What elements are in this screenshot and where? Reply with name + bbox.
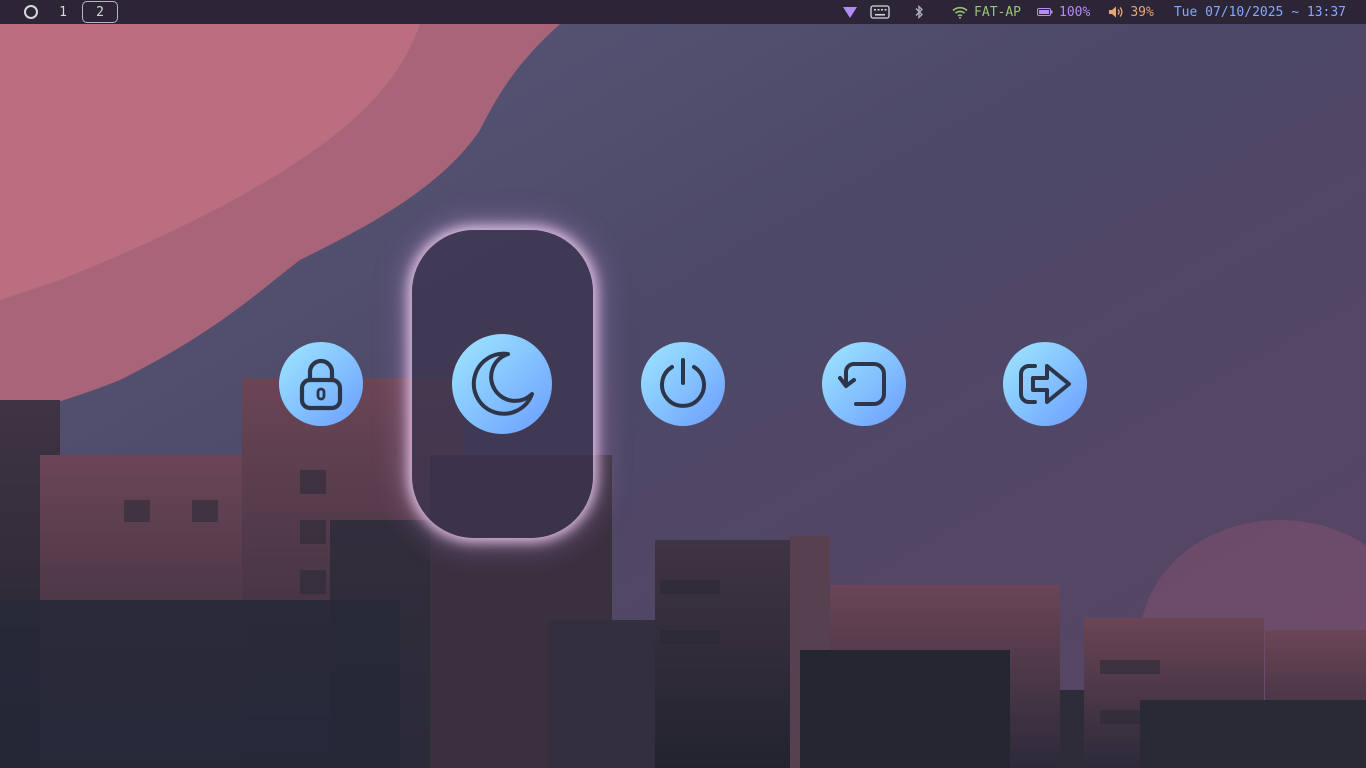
system-tray: FAT-AP 100% 39% Tue 07/10/2025 ~ 13:37 [842,0,1346,24]
battery-status[interactable]: 100% [1037,0,1090,24]
circle-outline-icon[interactable] [24,5,38,19]
suspend-button[interactable] [452,334,552,434]
speaker-icon [1109,6,1123,18]
lock-icon [299,358,343,411]
clock-text: Tue 07/10/2025 ~ 13:37 [1173,4,1346,20]
wifi-ssid: FAT-AP [974,4,1022,20]
logout-icon [1019,364,1071,404]
bluetooth-icon[interactable] [914,0,924,24]
wifi-icon [952,6,968,19]
clock[interactable]: Tue 07/10/2025 ~ 13:37 [1174,0,1346,24]
workspace-switcher: 1 2 [0,0,130,24]
power-icon [660,358,706,408]
reboot-button[interactable] [822,342,906,426]
battery-level: 100% [1059,4,1091,20]
battery-icon [1037,8,1053,16]
workspace-2-button[interactable]: 2 [82,1,118,23]
workspace-1-button[interactable]: 1 [52,1,74,23]
keyboard-icon[interactable] [870,0,890,24]
top-bar: 1 2 FAT-AP 100% 39% Tue 07/10/2025 ~ 13:… [0,0,1366,24]
shutdown-button[interactable] [641,342,725,426]
moon-icon [471,351,534,416]
volume-level: 39% [1130,4,1154,20]
lock-button[interactable] [279,342,363,426]
logout-button[interactable] [1003,342,1087,426]
volume-status[interactable]: 39% [1108,0,1154,24]
wifi-status[interactable]: FAT-AP [952,0,1021,24]
reboot-icon [838,362,886,406]
shield-funnel-icon[interactable] [842,0,858,24]
